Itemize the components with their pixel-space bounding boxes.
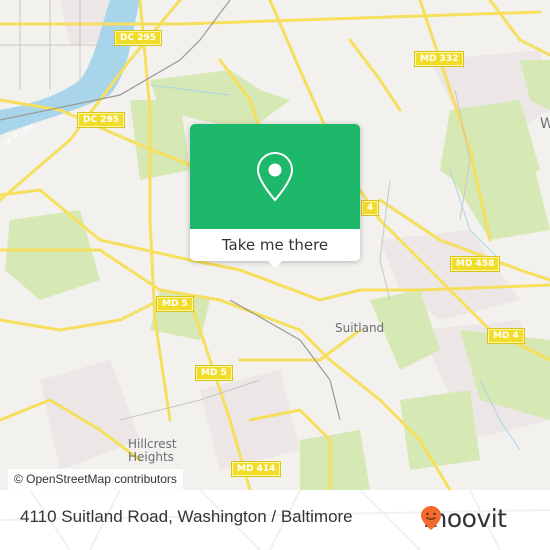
place-label-edge: W — [540, 116, 550, 132]
place-label-suitland: Suitland — [335, 321, 385, 335]
footer: 4110 Suitland Road, Washington / Baltimo… — [0, 490, 550, 550]
road-shield-md4: MD 4 — [487, 328, 525, 344]
map-pin-icon — [256, 151, 294, 201]
road-shield-md5: MD 5 — [195, 365, 233, 381]
road-shield-md332: MD 332 — [413, 51, 465, 67]
popup-header — [190, 124, 360, 229]
map-attribution[interactable]: © OpenStreetMap contributors — [8, 469, 183, 490]
destination-popup[interactable]: Take me there — [190, 124, 360, 268]
moovit-logo[interactable]: moovit — [420, 505, 507, 533]
address-label: 4110 Suitland Road, Washington / Baltimo… — [20, 507, 353, 526]
popup-pointer — [268, 261, 282, 268]
road-shield-md4: 4 — [360, 200, 380, 216]
road-shield-md5: MD 5 — [156, 296, 194, 312]
place-label-hillcrest-heights: Hillcrest Heights — [128, 437, 177, 464]
map[interactable]: ia River W DC 295 DC 295 MD 332 4 MD 458… — [0, 0, 550, 490]
road-shield-dc295: DC 295 — [114, 30, 162, 46]
road-shield-dc295: DC 295 — [77, 112, 125, 128]
moovit-pin-icon — [421, 506, 441, 530]
road-shield-md458: MD 458 — [449, 256, 501, 272]
take-me-there-button[interactable]: Take me there — [190, 229, 360, 261]
road-shield-md414: MD 414 — [230, 461, 282, 477]
